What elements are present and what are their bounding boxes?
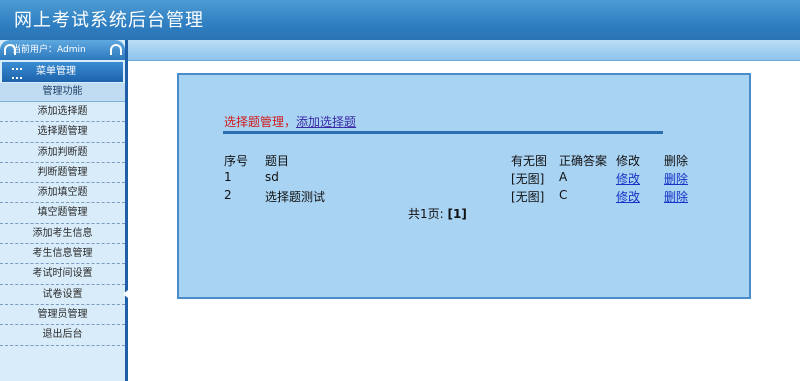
row-1-delete-link[interactable]: 删除	[664, 170, 688, 187]
row-2-answer: C	[559, 188, 568, 202]
current-user-label: 当前用户：Admin	[12, 45, 86, 55]
breadcrumb-current: 选择题管理，	[224, 115, 297, 129]
row-1-edit-link[interactable]: 修改	[616, 170, 640, 187]
sidebar-item-add-judge[interactable]: 添加判断题	[0, 143, 125, 163]
sidebar-item-add-choice[interactable]: 添加选择题	[0, 102, 125, 123]
current-user-bar: 当前用户：Admin	[0, 40, 125, 60]
col-header-title: 题目	[265, 154, 290, 168]
collapse-arrow-icon[interactable]	[123, 290, 128, 298]
row-2-delete-link[interactable]: 删除	[664, 188, 688, 205]
menu-grid-icon	[12, 68, 22, 79]
sidebar-item-student-manage[interactable]: 考生信息管理	[0, 244, 125, 265]
sidebar-item-exam-time[interactable]: 考试时间设置	[0, 264, 125, 285]
sidebar-item-judge-manage[interactable]: 判断题管理	[0, 163, 125, 184]
sidebar-item-admin-manage[interactable]: 管理员管理	[0, 305, 125, 326]
row-2-has-image: [无图]	[511, 190, 545, 204]
sidebar-item-fill-manage[interactable]: 填空题管理	[0, 203, 125, 224]
row-1-title: sd	[265, 170, 279, 184]
breadcrumb-divider	[223, 131, 663, 134]
row-1-answer: A	[559, 170, 568, 184]
content-panel: 选择题管理，添加选择题 序号 题目 有无图 正确答案 修改 删除 1 sd [无…	[177, 73, 751, 299]
sidebar-item-logout[interactable]: 退出后台	[0, 325, 125, 346]
app-title: 网上考试系统后台管理	[14, 10, 204, 31]
breadcrumb: 选择题管理，添加选择题	[224, 113, 356, 130]
add-choice-link[interactable]: 添加选择题	[296, 115, 356, 129]
menu-header: 菜单管理	[2, 62, 123, 82]
row-1-no: 1	[224, 170, 232, 184]
pagination: 共1页: [1]	[408, 205, 467, 222]
top-header: 网上考试系统后台管理	[0, 0, 800, 40]
pagination-total: 共1页:	[408, 207, 444, 221]
sidebar-item-paper-settings[interactable]: 试卷设置	[0, 285, 125, 305]
col-header-answer: 正确答案	[559, 154, 608, 168]
col-header-delete: 删除	[664, 154, 689, 168]
menu-header-label: 菜单管理	[36, 66, 76, 77]
row-2-title: 选择题测试	[265, 190, 326, 204]
col-header-has-image: 有无图	[511, 154, 548, 168]
col-header-no: 序号	[224, 154, 249, 168]
sidebar-item-add-fill[interactable]: 添加填空题	[0, 183, 125, 204]
row-2-no: 2	[224, 188, 232, 202]
sidebar-item-add-student[interactable]: 添加考生信息	[0, 224, 125, 245]
col-header-edit: 修改	[616, 154, 641, 168]
row-2-edit-link[interactable]: 修改	[616, 188, 640, 205]
row-1-has-image: [无图]	[511, 172, 545, 186]
right-ring-icon	[110, 44, 122, 55]
pagination-page-1[interactable]: [1]	[448, 207, 467, 221]
section-title: 管理功能	[0, 83, 125, 102]
sidebar-item-choice-manage[interactable]: 选择题管理	[0, 122, 125, 143]
sidebar-menu: 添加选择题 选择题管理 添加判断题 判断题管理 添加填空题 填空题管理 添加考生…	[0, 102, 125, 346]
sidebar: 当前用户：Admin 菜单管理 管理功能 添加选择题 选择题管理 添加判断题 判…	[0, 40, 128, 381]
